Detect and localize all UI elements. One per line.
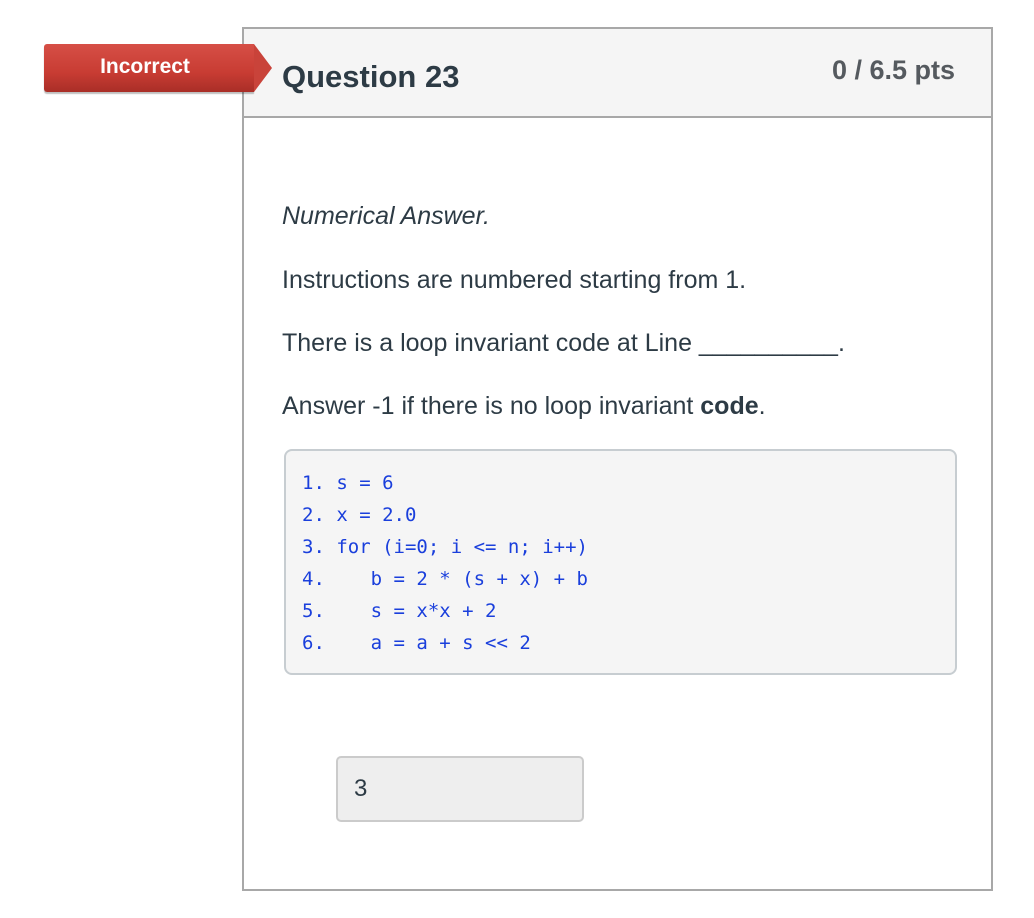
code-line: 5. s = x*x + 2 [302,600,497,622]
note-prefix: Answer -1 if there is no loop invariant [282,392,701,420]
question-card: Question 23 0 / 6.5 pts Numerical Answer… [242,27,993,891]
note-bold: code [700,392,759,420]
code-line: 4. b = 2 * (s + x) + b [302,568,588,590]
status-label: Incorrect [100,55,190,78]
question-note: Answer -1 if there is no loop invariant … [282,392,766,421]
code-line: 1. s = 6 [302,472,394,494]
answer-input[interactable]: 3 [336,756,584,822]
question-instructions: Instructions are numbered starting from … [282,266,747,294]
note-suffix: . [758,392,766,420]
question-prompt: There is a loop invariant code at Line _… [282,329,845,357]
code-block: 1. s = 6 2. x = 2.0 3. for (i=0; i <= n;… [284,449,957,675]
code-line: 2. x = 2.0 [302,504,417,526]
question-title: Question 23 [282,59,460,94]
code-line: 3. for (i=0; i <= n; i++) [302,536,588,558]
code-line: 6. a = a + s << 2 [302,632,531,654]
banner-arrow-icon [254,44,272,92]
question-type-label: Numerical Answer. [282,202,490,230]
question-header: Question 23 0 / 6.5 pts [244,29,991,118]
question-points: 0 / 6.5 pts [831,55,955,85]
incorrect-status-banner: Incorrect [44,44,272,92]
